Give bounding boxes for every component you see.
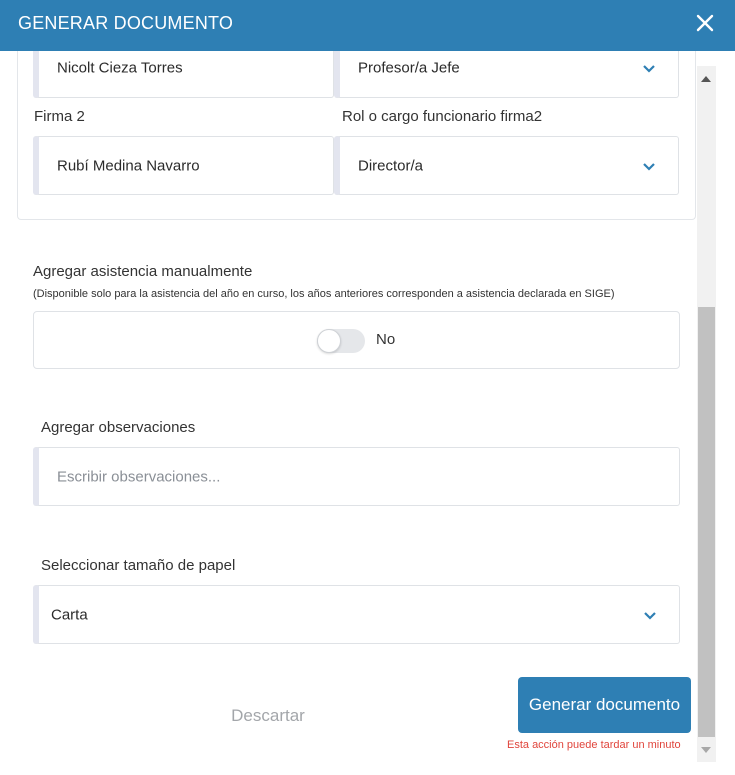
paper-value: Carta: [51, 606, 88, 623]
close-icon[interactable]: [693, 11, 717, 35]
rol2-select[interactable]: Director/a: [334, 136, 679, 195]
modal-title: GENERAR DOCUMENTO: [18, 13, 234, 33]
rol1-select[interactable]: Profesor/a Jefe: [334, 51, 679, 98]
paper-label: Seleccionar tamaño de papel: [41, 557, 236, 574]
observations-input[interactable]: Escribir observaciones...: [33, 447, 680, 506]
rol2-label: Rol o cargo funcionario firma2: [342, 108, 543, 125]
warning-text: Esta acción puede tardar un minuto: [507, 739, 681, 751]
paper-select[interactable]: Carta: [33, 585, 680, 644]
observations-placeholder: Escribir observaciones...: [57, 468, 221, 485]
scroll-down-arrow-icon[interactable]: [701, 747, 711, 753]
scrollbar-thumb[interactable]: [698, 307, 715, 737]
firma2-label: Firma 2: [34, 108, 85, 125]
rol1-value: Profesor/a Jefe: [358, 59, 460, 77]
firma2-value: Rubí Medina Navarro: [57, 157, 200, 174]
rol2-value: Director/a: [358, 157, 424, 174]
observations-label: Agregar observaciones: [41, 419, 196, 436]
chevron-down-icon: [644, 611, 656, 620]
scrollbar[interactable]: [697, 66, 716, 762]
scroll-up-arrow-icon[interactable]: [701, 76, 711, 82]
chevron-down-icon: [643, 162, 655, 171]
firma1-field[interactable]: Nicolt Cieza Torres: [33, 51, 334, 98]
chevron-down-icon: [643, 65, 655, 73]
firma1-value: Nicolt Cieza Torres: [57, 59, 183, 77]
modal-header: GENERAR DOCUMENTO: [0, 0, 735, 51]
firma2-field[interactable]: Rubí Medina Navarro: [33, 136, 334, 195]
discard-button[interactable]: Descartar: [218, 701, 318, 731]
attendance-toggle[interactable]: [317, 329, 365, 353]
toggle-state-text: No: [376, 331, 396, 348]
generate-document-button[interactable]: Generar documento: [518, 677, 691, 733]
attendance-label: Agregar asistencia manualmente: [33, 263, 253, 280]
attendance-note: (Disponible solo para la asistencia del …: [33, 288, 615, 300]
modal-body: Nicolt Cieza Torres Profesor/a Jefe Firm…: [0, 51, 697, 775]
attendance-toggle-box: No: [33, 311, 680, 369]
toggle-knob: [317, 329, 341, 353]
